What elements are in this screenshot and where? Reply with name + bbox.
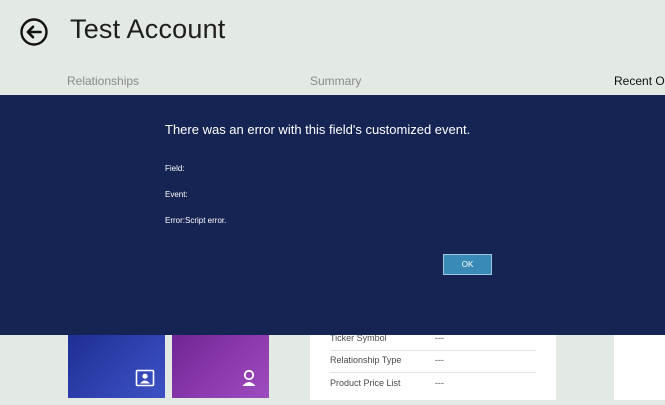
back-button[interactable] — [19, 17, 49, 47]
section-tab-recent-opportunities[interactable]: Recent Op — [614, 74, 665, 88]
field-row-relationship-type: Relationship Type --- — [330, 350, 536, 373]
field-label: Product Price List — [330, 378, 401, 388]
field-value[interactable]: --- — [435, 378, 444, 388]
recent-opportunities-card — [614, 330, 665, 400]
dialog-error-line: Error:Script error. — [165, 216, 227, 225]
app-page: Test Account Relationships Summary Recen… — [0, 0, 665, 405]
field-value[interactable]: --- — [435, 355, 444, 365]
field-label: Relationship Type — [330, 355, 402, 365]
dialog-title: There was an error with this field's cus… — [165, 122, 471, 137]
tile-contacts[interactable] — [68, 330, 165, 398]
person-icon — [242, 369, 256, 386]
dialog-field-line: Field: — [165, 164, 185, 173]
section-tab-relationships[interactable]: Relationships — [67, 74, 139, 88]
tile-people[interactable] — [172, 330, 269, 398]
error-dialog: There was an error with this field's cus… — [0, 95, 665, 335]
ok-button[interactable]: OK — [443, 254, 492, 275]
dialog-event-line: Event: — [165, 190, 188, 199]
field-row-product-price-list: Product Price List --- — [330, 373, 536, 395]
page-title: Test Account — [70, 14, 226, 44]
summary-card: Ticker Symbol --- Relationship Type --- … — [310, 330, 556, 400]
back-arrow-icon — [20, 18, 48, 46]
section-tab-summary[interactable]: Summary — [310, 74, 361, 88]
contact-card-icon — [135, 369, 155, 387]
